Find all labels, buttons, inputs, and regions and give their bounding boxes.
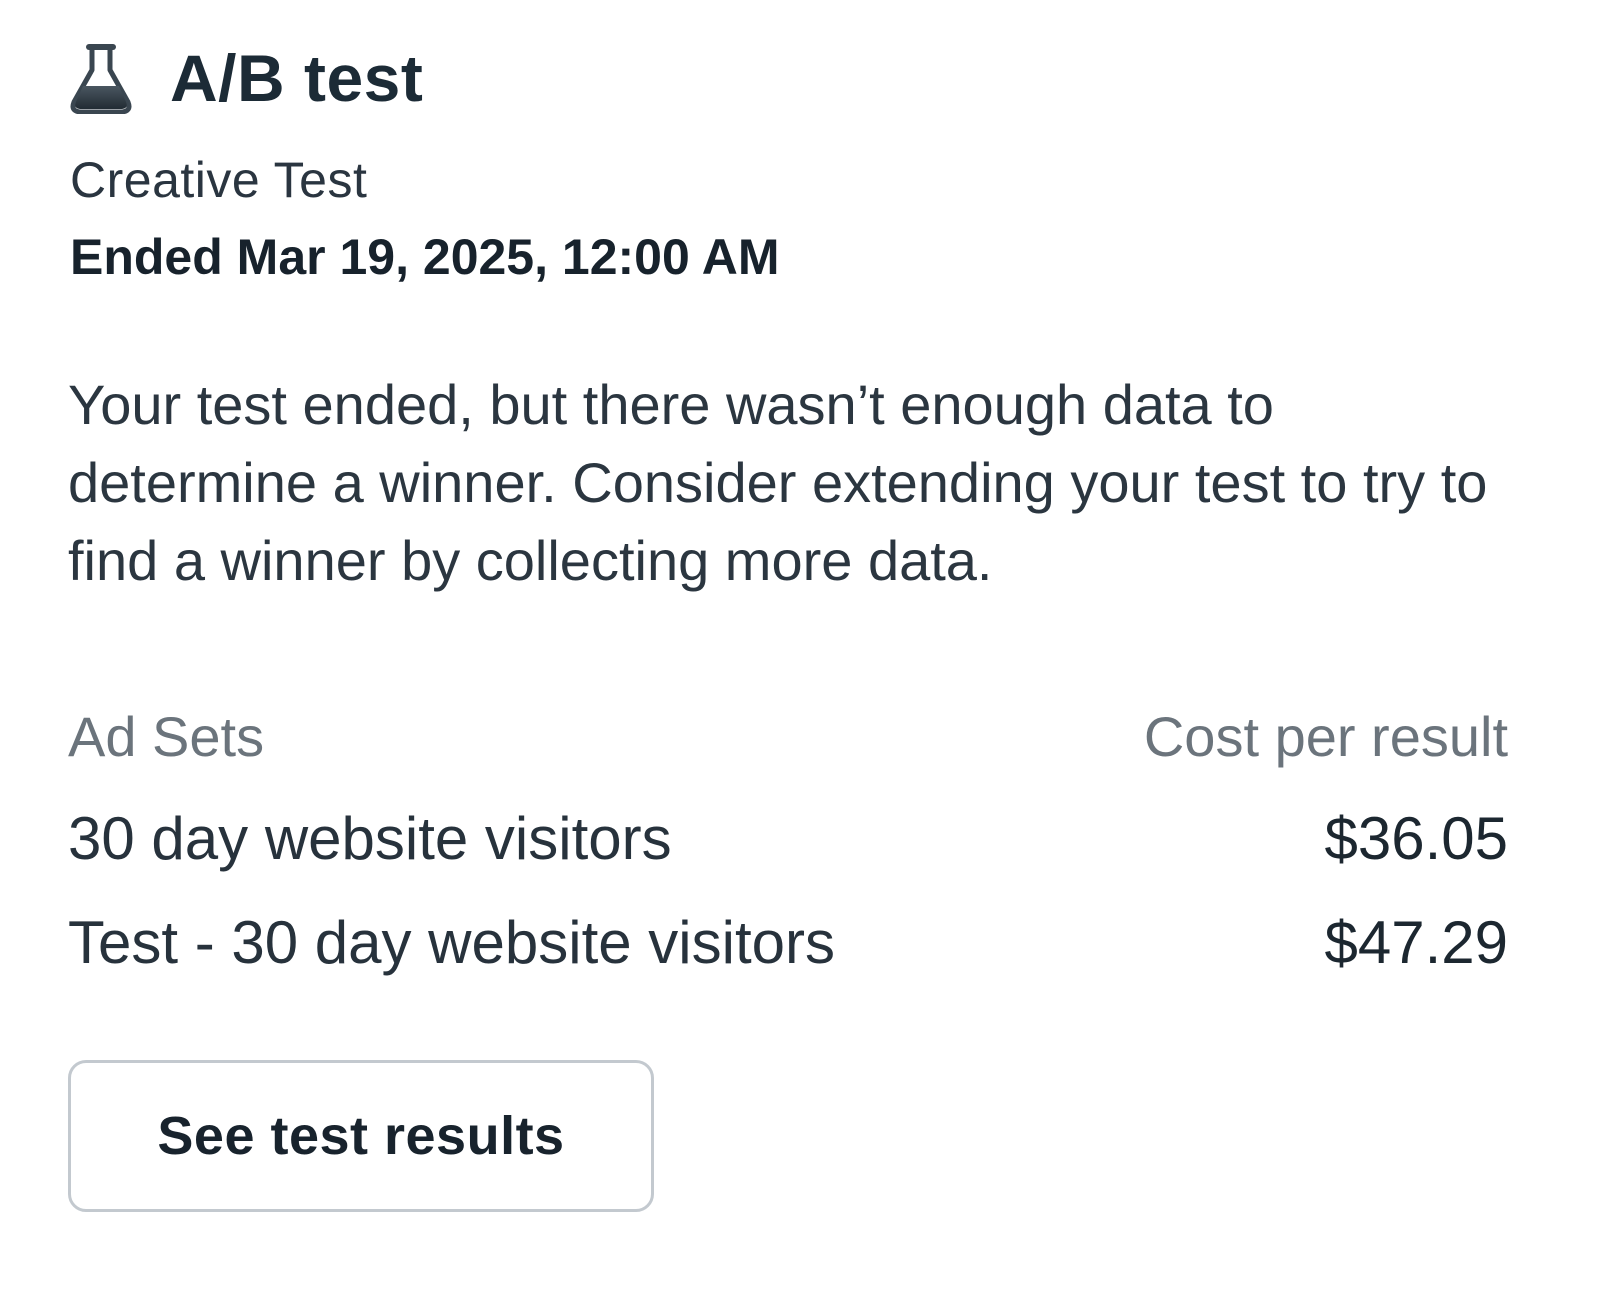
ad-sets-table: Ad Sets Cost per result 30 day website v… [68, 704, 1508, 1012]
cost-per-result-value: $36.05 [1324, 805, 1508, 872]
table-row: Test - 30 day website visitors $47.29 [68, 908, 1508, 1012]
table-header-row: Ad Sets Cost per result [68, 704, 1508, 804]
card-header: A/B test [68, 38, 423, 118]
flask-icon [70, 44, 132, 114]
ad-set-name: Test - 30 day website visitors [68, 909, 835, 976]
cost-per-result-value: $47.29 [1324, 909, 1508, 976]
test-type-label: Creative Test [70, 152, 368, 208]
column-header-ad-sets: Ad Sets [68, 705, 265, 768]
card-title: A/B test [170, 41, 424, 115]
result-message: Your test ended, but there wasn’t enough… [68, 373, 1488, 592]
see-test-results-button[interactable]: See test results [68, 1060, 654, 1212]
see-test-results-label: See test results [157, 1106, 565, 1166]
ended-date: Ended Mar 19, 2025, 12:00 AM [70, 229, 780, 285]
ab-test-card: A/B test Creative Test Ended Mar 19, 202… [68, 0, 1538, 1291]
table-row: 30 day website visitors $36.05 [68, 804, 1508, 908]
ad-set-name: 30 day website visitors [68, 805, 672, 872]
column-header-cost-per-result: Cost per result [1143, 705, 1508, 768]
